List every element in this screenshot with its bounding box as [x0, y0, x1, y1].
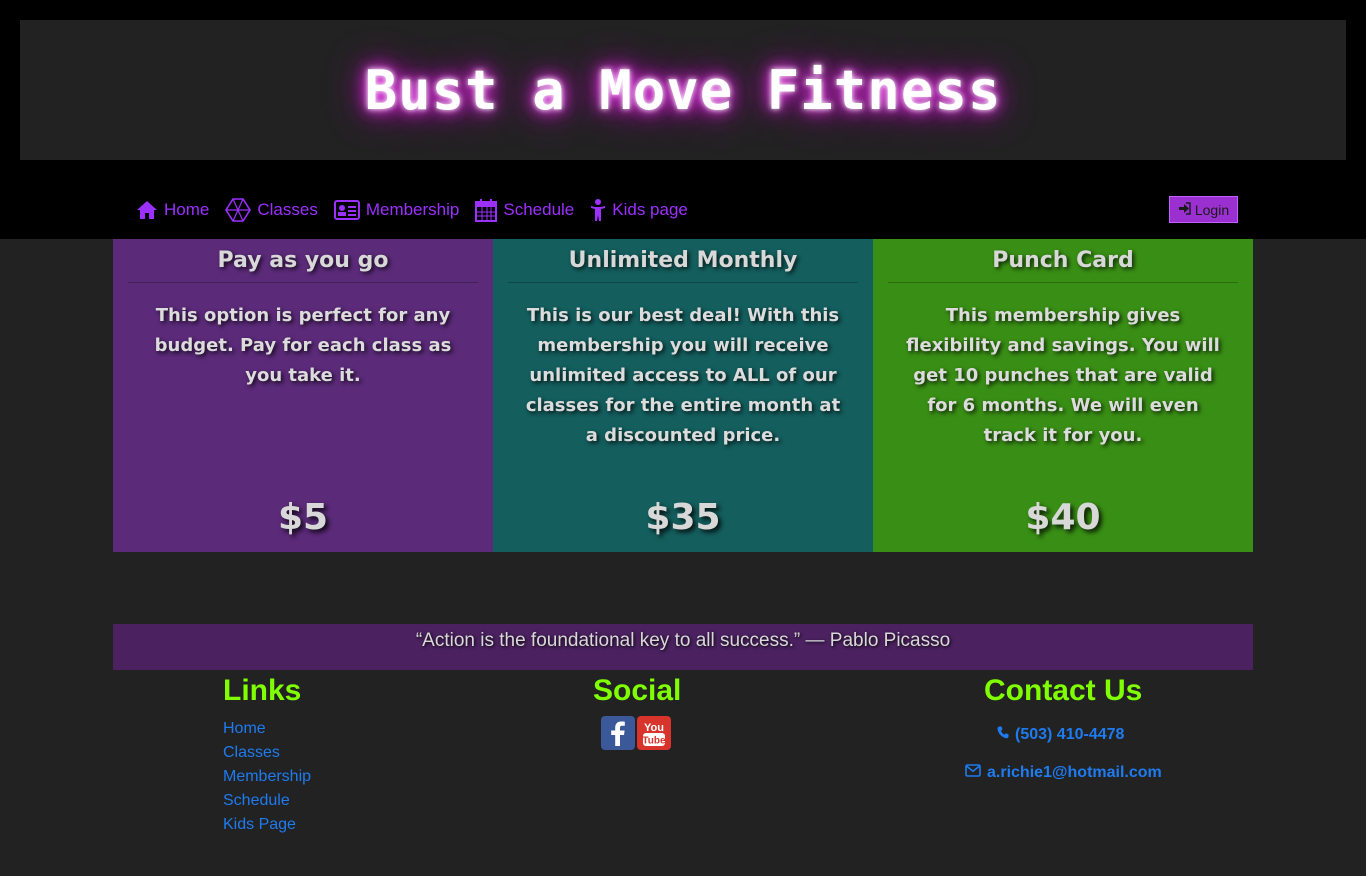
site-title: Bust a Move Fitness: [364, 58, 1002, 122]
card-price: $35: [645, 497, 721, 538]
child-icon: [590, 198, 606, 222]
footer-link-classes[interactable]: Classes: [223, 744, 280, 761]
quote-bar: “Action is the foundational key to all s…: [113, 624, 1253, 670]
id-card-icon: [333, 200, 360, 220]
site-banner: Bust a Move Fitness: [20, 20, 1346, 160]
calendar-icon: [475, 198, 498, 222]
membership-card-unlimited-monthly: Unlimited Monthly This is our best deal!…: [493, 239, 873, 552]
facebook-icon[interactable]: [601, 716, 635, 754]
nav-item-label: Home: [164, 200, 210, 219]
envelope-icon: [965, 764, 981, 782]
login-button[interactable]: Login: [1169, 196, 1238, 223]
nav-item-home[interactable]: Home: [136, 200, 209, 220]
card-description: This is our best deal! With this members…: [525, 305, 841, 446]
list-item: Schedule: [223, 790, 311, 814]
nav-item-label: Kids page: [612, 200, 688, 219]
contact-email[interactable]: a.richie1@hotmail.com: [965, 764, 1162, 782]
list-item: Classes: [223, 742, 311, 766]
social-icons: You Tube: [601, 716, 671, 754]
quote-text: “Action is the foundational key to all s…: [415, 630, 951, 651]
nav-item-membership[interactable]: Membership: [333, 200, 460, 220]
phone-number: (503) 410-4478: [1015, 726, 1125, 743]
list-item: Home: [223, 718, 311, 742]
card-title: Pay as you go: [128, 239, 478, 283]
nav-item-classes[interactable]: Classes: [225, 198, 318, 222]
social-heading: Social: [593, 674, 682, 707]
card-title: Unlimited Monthly: [508, 239, 858, 283]
membership-card-pay-as-you-go: Pay as you go This option is perfect for…: [113, 239, 493, 552]
classes-icon: [225, 198, 252, 222]
nav-item-schedule[interactable]: Schedule: [475, 198, 574, 222]
footer-link-kids-page[interactable]: Kids Page: [223, 816, 296, 833]
home-icon: [136, 200, 158, 220]
membership-card-punch-card: Punch Card This membership gives flexibi…: [873, 239, 1253, 552]
card-description: This option is perfect for any budget. P…: [154, 305, 452, 386]
list-item: Kids Page: [223, 814, 311, 838]
sign-in-icon: [1178, 201, 1191, 218]
nav-item-label: Membership: [365, 200, 460, 219]
youtube-icon[interactable]: You Tube: [637, 716, 671, 754]
card-price: $40: [1025, 497, 1101, 538]
membership-cards: Pay as you go This option is perfect for…: [113, 239, 1253, 552]
links-heading: Links: [223, 674, 302, 707]
footer-links: Home Classes Membership Schedule Kids Pa…: [223, 718, 311, 838]
footer-link-schedule[interactable]: Schedule: [223, 792, 290, 809]
svg-text:You: You: [644, 722, 664, 734]
main-nav: Home Classes Membership Schedule Kids pa…: [136, 196, 688, 224]
nav-item-label: Classes: [257, 200, 318, 219]
footer-link-home[interactable]: Home: [223, 720, 266, 737]
email-address: a.richie1@hotmail.com: [987, 764, 1162, 781]
footer-link-membership[interactable]: Membership: [223, 768, 311, 785]
list-item: Membership: [223, 766, 311, 790]
phone-icon: [997, 726, 1009, 744]
contact-phone[interactable]: (503) 410-4478: [997, 726, 1124, 744]
login-label: Login: [1194, 201, 1230, 218]
svg-text:Tube: Tube: [642, 736, 666, 747]
contact-heading: Contact Us: [984, 674, 1143, 707]
card-title: Punch Card: [888, 239, 1238, 283]
card-price: $5: [277, 497, 329, 538]
nav-item-label: Schedule: [503, 200, 575, 219]
nav-item-kids-page[interactable]: Kids page: [590, 198, 688, 222]
card-description: This membership gives flexibility and sa…: [906, 305, 1220, 446]
